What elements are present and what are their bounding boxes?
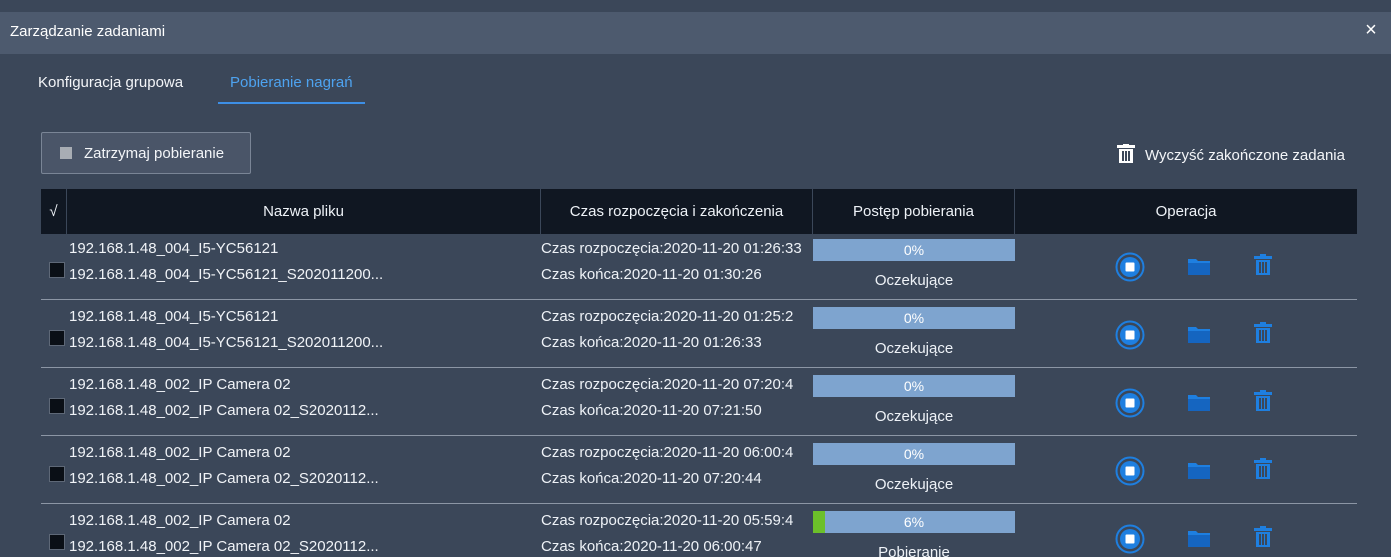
download-status: Oczekujące <box>874 408 954 425</box>
download-status: Pobieranie <box>878 544 950 557</box>
table-row[interactable]: 192.168.1.48_002_IP Camera 02 192.168.1.… <box>41 438 1357 504</box>
header-operation: Operacja <box>1155 203 1217 220</box>
progress-percent: 0% <box>903 310 925 326</box>
title-bar: Zarządzanie zadaniami × <box>0 12 1391 54</box>
file-name-full: 192.168.1.48_002_IP Camera 02_S2020112..… <box>69 538 379 555</box>
table-row[interactable]: 192.168.1.48_004_I5-YC56121 192.168.1.48… <box>41 302 1357 368</box>
folder-icon[interactable] <box>1187 256 1211 281</box>
file-name: 192.168.1.48_004_I5-YC56121 <box>69 308 279 325</box>
tab-group-configuration[interactable]: Konfiguracja grupowa <box>38 72 183 102</box>
progress-bar: 0% <box>813 307 1015 329</box>
row-checkbox[interactable] <box>49 262 65 278</box>
start-time: Czas rozpoczęcia:2020-11-20 01:25:2 <box>541 308 794 325</box>
file-name-full: 192.168.1.48_002_IP Camera 02_S2020112..… <box>69 402 379 419</box>
stop-square-icon <box>60 147 72 159</box>
file-name: 192.168.1.48_002_IP Camera 02 <box>69 512 291 529</box>
end-time: Czas końca:2020-11-20 06:00:47 <box>541 538 762 555</box>
tab-recording-download[interactable]: Pobieranie nagrań <box>218 72 365 104</box>
row-checkbox[interactable] <box>49 330 65 346</box>
stop-download-button[interactable]: Zatrzymaj pobieranie <box>41 132 251 174</box>
header-file-name: Nazwa pliku <box>67 189 541 234</box>
header-check[interactable]: √ <box>41 189 67 234</box>
stop-circle-icon[interactable] <box>1115 320 1145 355</box>
stop-download-label: Zatrzymaj pobieranie <box>84 145 225 162</box>
close-icon[interactable]: × <box>1359 18 1383 42</box>
trash-icon[interactable] <box>1254 526 1272 553</box>
header-time: Czas rozpoczęcia i zakończenia <box>541 189 813 234</box>
start-time: Czas rozpoczęcia:2020-11-20 07:20:4 <box>541 376 794 393</box>
progress-percent: 0% <box>903 242 925 258</box>
trash-icon[interactable] <box>1254 254 1272 281</box>
stop-circle-icon[interactable] <box>1115 388 1145 423</box>
end-time: Czas końca:2020-11-20 07:21:50 <box>541 402 762 419</box>
progress-bar: 0% <box>813 239 1015 261</box>
file-name-full: 192.168.1.48_004_I5-YC56121_S202011200..… <box>69 266 384 283</box>
download-status: Oczekujące <box>874 340 954 357</box>
trash-icon <box>1117 144 1135 163</box>
task-manager-dialog: Zarządzanie zadaniami × Konfiguracja gru… <box>0 0 1391 557</box>
progress-bar: 0% <box>813 375 1015 397</box>
folder-icon[interactable] <box>1187 392 1211 417</box>
file-name: 192.168.1.48_002_IP Camera 02 <box>69 376 291 393</box>
folder-icon[interactable] <box>1187 528 1211 553</box>
progress-bar: 0% <box>813 443 1015 465</box>
clear-finished-button[interactable]: Wyczyść zakończone zadania <box>1117 144 1357 166</box>
download-table: √ Nazwa pliku Czas rozpoczęcia i zakończ… <box>41 189 1357 557</box>
end-time: Czas końca:2020-11-20 01:26:33 <box>541 334 762 351</box>
trash-icon[interactable] <box>1254 322 1272 349</box>
progress-bar: 6% <box>813 511 1015 533</box>
end-time: Czas końca:2020-11-20 07:20:44 <box>541 470 762 487</box>
row-checkbox[interactable] <box>49 398 65 414</box>
download-status: Oczekujące <box>874 272 954 289</box>
table-header: √ Nazwa pliku Czas rozpoczęcia i zakończ… <box>41 189 1357 234</box>
folder-icon[interactable] <box>1187 460 1211 485</box>
download-status: Oczekujące <box>874 476 954 493</box>
clear-finished-label: Wyczyść zakończone zadania <box>1145 147 1345 164</box>
start-time: Czas rozpoczęcia:2020-11-20 05:59:4 <box>541 512 794 529</box>
trash-icon[interactable] <box>1254 458 1272 485</box>
stop-circle-icon[interactable] <box>1115 524 1145 557</box>
window-title: Zarządzanie zadaniami <box>10 23 166 40</box>
row-checkbox[interactable] <box>49 534 65 550</box>
trash-icon[interactable] <box>1254 390 1272 417</box>
file-name-full: 192.168.1.48_002_IP Camera 02_S2020112..… <box>69 470 379 487</box>
table-row[interactable]: 192.168.1.48_002_IP Camera 02 192.168.1.… <box>41 506 1357 557</box>
stop-circle-icon[interactable] <box>1115 252 1145 287</box>
header-progress: Postęp pobierania <box>813 189 1015 234</box>
row-checkbox[interactable] <box>49 466 65 482</box>
stop-circle-icon[interactable] <box>1115 456 1145 491</box>
file-name: 192.168.1.48_002_IP Camera 02 <box>69 444 291 461</box>
progress-percent: 6% <box>903 514 925 530</box>
progress-percent: 0% <box>903 378 925 394</box>
start-time: Czas rozpoczęcia:2020-11-20 06:00:4 <box>541 444 794 461</box>
table-row[interactable]: 192.168.1.48_004_I5-YC56121 192.168.1.48… <box>41 234 1357 300</box>
progress-percent: 0% <box>903 446 925 462</box>
start-time: Czas rozpoczęcia:2020-11-20 01:26:33 <box>541 240 802 257</box>
folder-icon[interactable] <box>1187 324 1211 349</box>
table-row[interactable]: 192.168.1.48_002_IP Camera 02 192.168.1.… <box>41 370 1357 436</box>
file-name-full: 192.168.1.48_004_I5-YC56121_S202011200..… <box>69 334 384 351</box>
end-time: Czas końca:2020-11-20 01:30:26 <box>541 266 762 283</box>
file-name: 192.168.1.48_004_I5-YC56121 <box>69 240 279 257</box>
